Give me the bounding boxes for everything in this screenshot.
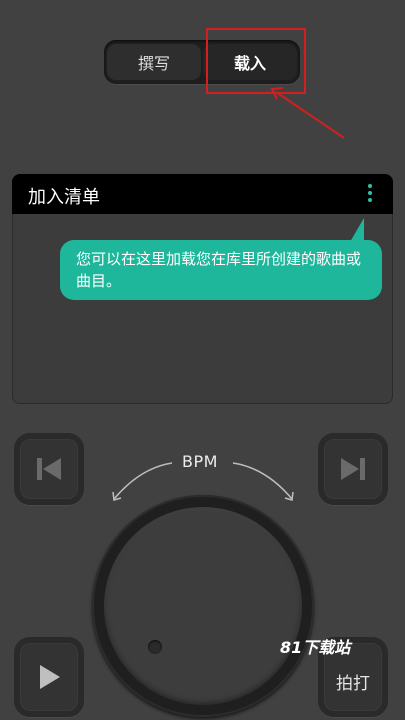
watermark: 81下载站 <box>280 638 351 657</box>
bpm-knob[interactable] <box>104 507 302 705</box>
knob-indicator <box>148 640 162 654</box>
screen: 撰写 载入 加入清单 您可以在这里加载您在库里所创建的歌曲或曲目。 BPM 拍打… <box>0 0 405 720</box>
play-icon <box>40 665 60 689</box>
tap-label: 拍打 <box>336 673 370 694</box>
play-button[interactable] <box>14 637 84 717</box>
